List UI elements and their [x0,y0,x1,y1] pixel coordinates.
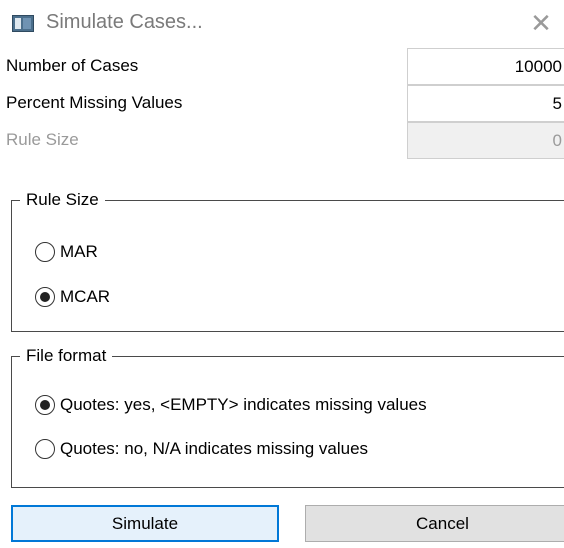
radio-mar-label: MAR [60,242,98,261]
radio-quotes-yes[interactable]: Quotes: yes, <EMPTY> indicates missing v… [35,395,427,415]
close-button[interactable]: ✕ [518,0,564,48]
radio-quotes-yes-circle[interactable] [35,395,55,415]
close-icon: ✕ [530,9,552,39]
radio-quotes-no[interactable]: Quotes: no, N/A indicates missing values [35,439,368,459]
rule-size-group: Rule Size MAR MCAR [11,188,564,332]
radio-quotes-no-circle[interactable] [35,439,55,459]
rule-size-row: Rule Size 0 [0,122,564,159]
percent-missing-row: Percent Missing Values 5 [0,85,564,122]
radio-mcar-label: MCAR [60,287,111,306]
radio-quotes-no-label: Quotes: no, N/A indicates missing values [60,439,369,458]
rule-size-input: 0 [407,122,564,159]
file-format-group-legend: File format [20,344,113,368]
number-of-cases-input[interactable]: 10000 [407,48,564,85]
window-app-icon [12,15,34,32]
rule-size-label: Rule Size [6,130,79,149]
simulate-button[interactable]: Simulate [11,505,279,542]
percent-missing-label: Percent Missing Values [6,93,183,112]
rule-size-group-legend: Rule Size [20,188,105,212]
file-format-group: File format Quotes: yes, <EMPTY> indicat… [11,344,564,488]
radio-mcar[interactable]: MCAR [35,287,110,307]
radio-quotes-yes-label: Quotes: yes, <EMPTY> indicates missing v… [60,395,427,414]
cancel-button[interactable]: Cancel [305,505,564,542]
radio-mar[interactable]: MAR [35,242,98,262]
number-of-cases-label: Number of Cases [6,56,139,75]
radio-mcar-circle[interactable] [35,287,55,307]
radio-mar-circle[interactable] [35,242,55,262]
title-bar: Simulate Cases... ✕ [0,0,564,48]
window-title: Simulate Cases... [46,11,203,33]
number-of-cases-row: Number of Cases 10000 [0,48,564,85]
percent-missing-input[interactable]: 5 [407,85,564,122]
